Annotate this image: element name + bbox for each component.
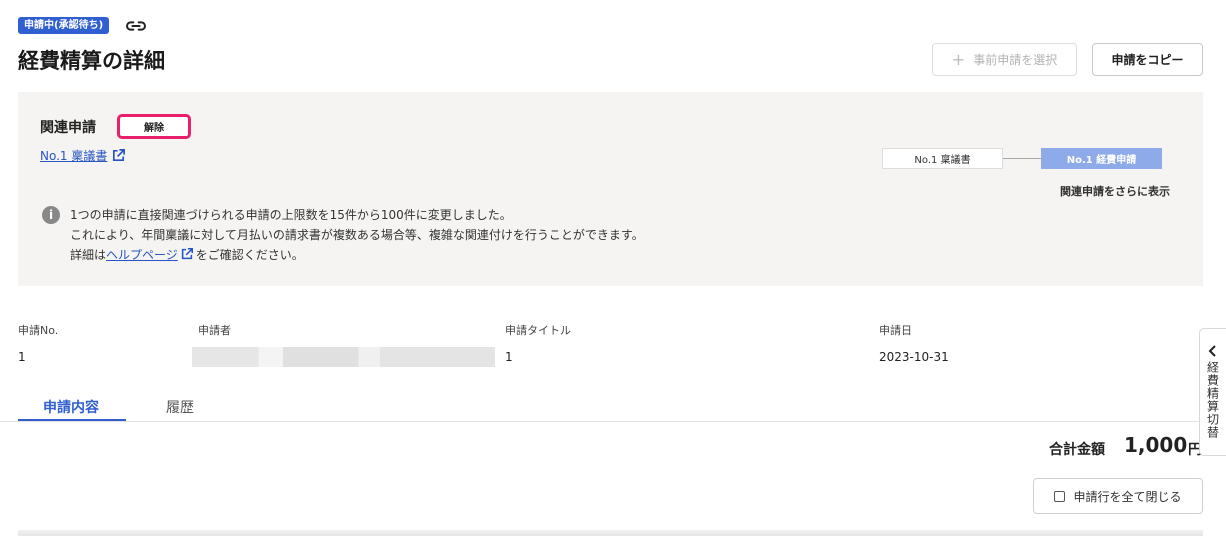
info-suffix: をご確認ください。 — [195, 248, 304, 262]
info-prefix: 詳細は — [70, 248, 107, 262]
info-message: 1つの申請に直接関連づけられる申請の上限数を15件から100件に変更しました。 … — [70, 205, 644, 265]
content-card-edge — [18, 530, 1203, 536]
related-applications-panel: 関連申請 解除 No.1 稟議書 No.1 稟議書 No.1 経費申請 関連申請… — [18, 92, 1203, 286]
collapse-all-rows-button[interactable]: 申請行を全て閉じる — [1033, 478, 1203, 514]
total-amount-value: 1,000 — [1124, 433, 1188, 457]
external-link-icon — [113, 149, 126, 162]
preselect-application-button[interactable]: + 事前申請を選択 — [932, 43, 1077, 76]
copy-application-button[interactable]: 申請をコピー — [1092, 43, 1203, 76]
status-badge: 申請中(承認待ち) — [18, 17, 110, 34]
flow-node-expense: No.1 経費申請 — [1041, 148, 1162, 169]
checkbox-icon — [1054, 490, 1066, 502]
related-application-link[interactable]: No.1 稟議書 — [40, 147, 126, 164]
value-application-date: 2023-10-31 — [879, 350, 949, 364]
value-application-title: 1 — [505, 350, 513, 364]
info-line-1: 1つの申請に直接関連づけられる申請の上限数を15件から100件に変更しました。 — [70, 208, 512, 222]
external-link-icon — [181, 247, 193, 260]
preselect-label: 事前申請を選択 — [973, 53, 1058, 67]
link-icon[interactable] — [125, 17, 147, 35]
label-application-no: 申請No. — [18, 324, 59, 337]
tabs-divider — [0, 421, 1226, 422]
chevron-left-icon — [1208, 345, 1216, 357]
side-tab-label: 経費精算切替 — [1205, 361, 1220, 439]
label-applicant: 申請者 — [198, 324, 231, 337]
info-line-2: これにより、年間稟議に対して月払いの請求書が複数ある場合等、複雑な関連付けを行う… — [70, 228, 644, 242]
help-page-link[interactable]: ヘルプページ — [106, 248, 178, 262]
applicant-name-redacted — [192, 347, 495, 367]
flow-connector — [1003, 158, 1041, 159]
collapse-label: 申請行を全て閉じる — [1073, 489, 1182, 504]
info-icon: i — [42, 206, 60, 224]
related-title: 関連申請 — [40, 120, 96, 136]
expense-switch-side-tab[interactable]: 経費精算切替 — [1199, 328, 1226, 456]
label-application-date: 申請日 — [879, 324, 912, 337]
label-application-title: 申請タイトル — [505, 324, 571, 337]
tab-application-content[interactable]: 申請内容 — [43, 397, 99, 417]
plus-icon: + — [951, 50, 966, 69]
flow-node-ringi[interactable]: No.1 稟議書 — [882, 148, 1003, 169]
tab-history[interactable]: 履歴 — [166, 397, 194, 417]
total-amount-label: 合計金額 — [1049, 442, 1105, 458]
value-application-no: 1 — [18, 350, 26, 364]
related-link-label: No.1 稟議書 — [40, 149, 108, 163]
page-title: 経費精算の詳細 — [18, 49, 165, 73]
show-more-related-link[interactable]: 関連申請をさらに表示 — [1060, 183, 1170, 199]
unlink-button[interactable]: 解除 — [117, 114, 191, 139]
info-line-3: 詳細はヘルプページ をご確認ください。 — [70, 245, 644, 265]
